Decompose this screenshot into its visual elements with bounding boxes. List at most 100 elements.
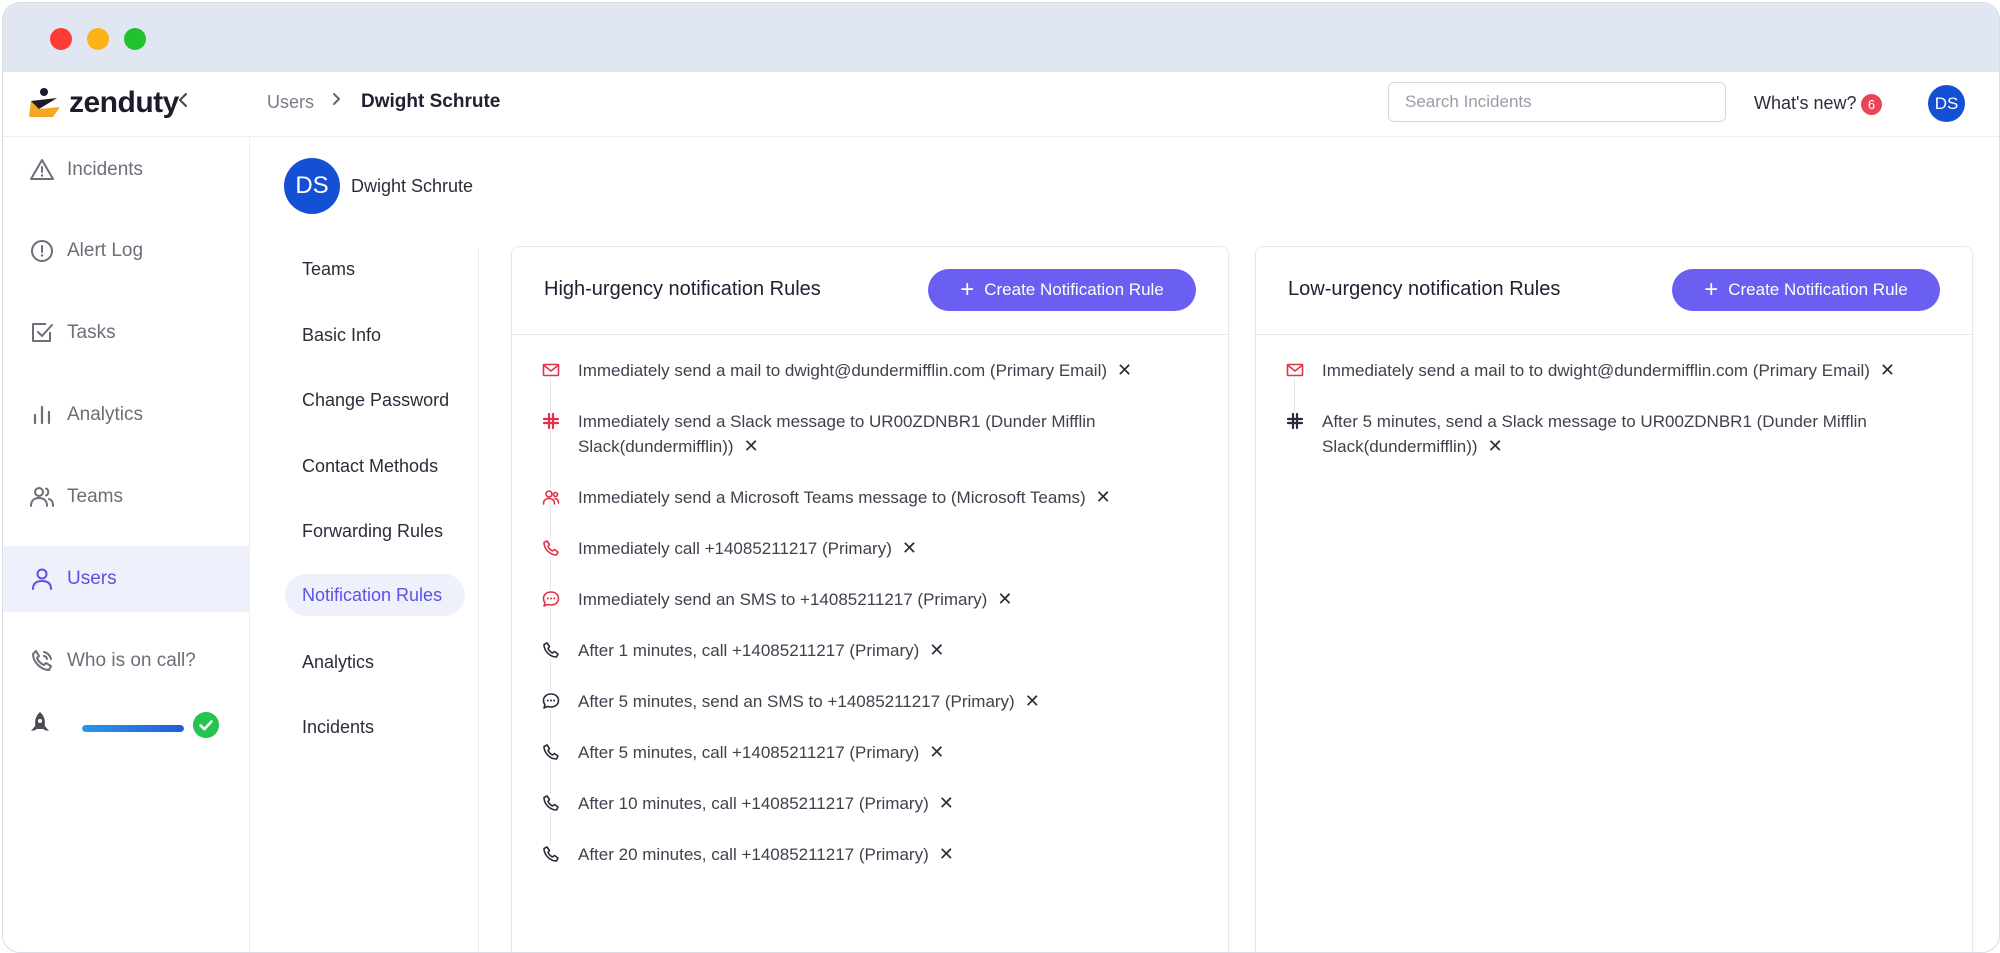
subnav-change-password[interactable]: Change Password xyxy=(285,379,465,421)
close-window-button[interactable] xyxy=(50,28,72,50)
maximize-window-button[interactable] xyxy=(124,28,146,50)
collapse-sidebar-icon[interactable] xyxy=(176,89,190,115)
window-titlebar xyxy=(3,3,1999,72)
subnav-basic-info[interactable]: Basic Info xyxy=(285,314,465,356)
phone-icon xyxy=(542,641,560,659)
rule-text: Immediately send a mail to dwight@dunder… xyxy=(578,360,1133,380)
sidebar-item-label: Users xyxy=(67,568,117,589)
minimize-window-button[interactable] xyxy=(87,28,109,50)
zenduty-logo[interactable]: zenduty xyxy=(27,86,179,120)
whats-new-link[interactable]: What's new? xyxy=(1754,93,1856,114)
zenduty-logo-icon xyxy=(29,88,60,117)
rule-text: Immediately send a Microsoft Teams messa… xyxy=(578,487,1111,507)
search-incidents-input[interactable] xyxy=(1388,82,1726,122)
rule-text: After 5 minutes, send an SMS to +1408521… xyxy=(578,691,1040,711)
breadcrumb-users-link[interactable]: Users xyxy=(267,92,314,113)
remove-rule-icon[interactable]: ✕ xyxy=(1096,487,1111,507)
sidebar-item-label: Teams xyxy=(67,486,123,507)
remove-rule-icon[interactable]: ✕ xyxy=(1117,360,1132,380)
remove-rule-icon[interactable]: ✕ xyxy=(1025,691,1040,711)
subnav-contact-methods[interactable]: Contact Methods xyxy=(285,445,465,487)
rule-text: After 20 minutes, call +14085211217 (Pri… xyxy=(578,844,954,864)
top-bar: zenduty Users Dwight Schrute What's new?… xyxy=(3,72,1999,137)
subnav-notification-rules[interactable]: Notification Rules xyxy=(285,574,465,616)
whats-new-count-badge: 6 xyxy=(1861,94,1882,115)
remove-rule-icon[interactable]: ✕ xyxy=(929,742,944,762)
rocket-icon xyxy=(31,712,49,731)
sidebar-item-alert-log[interactable]: Alert Log xyxy=(3,218,249,284)
rule-text: Immediately send a mail to to dwight@dun… xyxy=(1322,360,1896,380)
rule-text: After 1 minutes, call +14085211217 (Prim… xyxy=(578,640,945,660)
create-low-urgency-rule-button[interactable]: + Create Notification Rule xyxy=(1672,269,1940,311)
remove-rule-icon[interactable]: ✕ xyxy=(929,640,944,660)
phone-icon xyxy=(542,539,560,557)
onboarding-progress-fill xyxy=(82,725,184,732)
low-urgency-title: Low-urgency notification Rules xyxy=(1288,278,1561,300)
logo-text: zenduty xyxy=(69,86,179,119)
high-urgency-title: High-urgency notification Rules xyxy=(544,278,821,300)
profile-avatar: DS xyxy=(284,158,340,214)
sidebar-item-users[interactable]: Users xyxy=(3,546,249,612)
checkbox-icon xyxy=(32,323,53,342)
mail-icon xyxy=(1286,361,1304,379)
teams-icon xyxy=(542,488,560,506)
low-urgency-panel: Low-urgency notification Rules + Create … xyxy=(1255,246,1973,952)
sms-icon xyxy=(542,692,560,710)
phone-icon xyxy=(542,794,560,812)
remove-rule-icon[interactable]: ✕ xyxy=(1488,436,1503,456)
sms-icon xyxy=(542,590,560,608)
profile-name: Dwight Schrute xyxy=(351,176,474,196)
breadcrumb-separator-icon xyxy=(331,90,343,114)
bar-chart-icon xyxy=(33,405,51,425)
sidebar-item-label: Alert Log xyxy=(67,240,144,261)
phone-icon xyxy=(542,845,560,863)
breadcrumb-current: Dwight Schrute xyxy=(361,91,501,112)
low-urgency-header: Low-urgency notification Rules + Create … xyxy=(1256,247,1972,335)
sidebar-item-tasks[interactable]: Tasks xyxy=(3,300,249,366)
create-button-label: Create Notification Rule xyxy=(984,280,1164,299)
sidebar-item-analytics[interactable]: Analytics xyxy=(3,382,249,448)
sidebar-item-incidents[interactable]: Incidents xyxy=(3,137,249,203)
rule-text: After 5 minutes, call +14085211217 (Prim… xyxy=(578,742,945,762)
remove-rule-icon[interactable]: ✕ xyxy=(997,589,1012,609)
subnav-divider xyxy=(478,248,479,952)
create-high-urgency-rule-button[interactable]: + Create Notification Rule xyxy=(928,269,1196,311)
rule-text: After 5 minutes, send a Slack message to… xyxy=(1322,412,1867,456)
remove-rule-icon[interactable]: ✕ xyxy=(902,538,917,558)
subnav-forwarding-rules[interactable]: Forwarding Rules xyxy=(285,510,465,552)
slack-icon xyxy=(542,412,560,430)
remove-rule-icon[interactable]: ✕ xyxy=(939,793,954,813)
rule-text: Immediately call +14085211217 (Primary) ✕ xyxy=(578,538,917,558)
phone-call-icon xyxy=(32,650,52,671)
app-window: zenduty Users Dwight Schrute What's new?… xyxy=(2,2,2000,953)
sidebar-item-label: Who is on call? xyxy=(67,650,196,671)
users-icon xyxy=(30,487,54,507)
rule-text: Immediately send a Slack message to UR00… xyxy=(578,412,1096,456)
check-circle-icon xyxy=(193,712,219,738)
subnav-analytics[interactable]: Analytics xyxy=(285,641,465,683)
warning-triangle-icon xyxy=(30,159,54,180)
rule-text: Immediately send an SMS to +14085211217 … xyxy=(578,589,1013,609)
slack-icon xyxy=(1286,412,1304,430)
remove-rule-icon[interactable]: ✕ xyxy=(939,844,954,864)
remove-rule-icon[interactable]: ✕ xyxy=(744,436,759,456)
sidebar-item-label: Analytics xyxy=(67,404,144,425)
sidebar-item-teams[interactable]: Teams xyxy=(3,464,249,530)
onboarding-progress-bar xyxy=(82,725,184,732)
subnav-teams[interactable]: Teams xyxy=(285,248,465,290)
user-avatar-button[interactable]: DS xyxy=(1928,85,1965,122)
remove-rule-icon[interactable]: ✕ xyxy=(1880,360,1895,380)
sidebar-item-label: Incidents xyxy=(67,159,144,180)
sidebar-item-label: Tasks xyxy=(67,322,116,343)
plus-icon: + xyxy=(1704,276,1719,303)
alert-circle-icon xyxy=(31,240,53,262)
rule-text: After 10 minutes, call +14085211217 (Pri… xyxy=(578,793,954,813)
subnav-incidents[interactable]: Incidents xyxy=(285,706,465,748)
phone-icon xyxy=(542,743,560,761)
high-urgency-panel: High-urgency notification Rules + Create… xyxy=(511,246,1229,952)
rule-timeline-line xyxy=(550,372,551,856)
plus-icon: + xyxy=(960,276,975,303)
sidebar-item-who-is-on-call[interactable]: Who is on call? xyxy=(3,628,249,694)
mail-icon xyxy=(542,361,560,379)
high-urgency-header: High-urgency notification Rules + Create… xyxy=(512,247,1228,335)
